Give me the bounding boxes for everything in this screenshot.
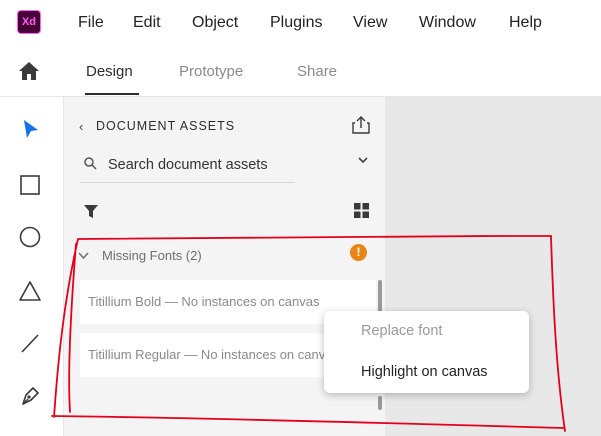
- pen-tool-icon[interactable]: [18, 383, 42, 407]
- filter-icon[interactable]: [83, 203, 99, 219]
- menu-plugins[interactable]: Plugins: [270, 14, 322, 32]
- tab-prototype[interactable]: Prototype: [179, 63, 243, 80]
- active-tab-indicator: [85, 93, 139, 95]
- xd-logo: Xd: [17, 10, 41, 34]
- menu-object[interactable]: Object: [192, 14, 238, 32]
- tools-toolbar: [0, 97, 64, 436]
- back-chevron-icon[interactable]: ‹: [79, 119, 83, 134]
- menu-file[interactable]: File: [78, 14, 104, 32]
- share-export-icon[interactable]: [351, 116, 371, 134]
- select-tool-icon[interactable]: [18, 117, 42, 141]
- tab-design[interactable]: Design: [86, 63, 133, 80]
- menu-help[interactable]: Help: [509, 14, 542, 32]
- rectangle-tool-icon[interactable]: [18, 173, 42, 197]
- tab-share[interactable]: Share: [297, 63, 337, 80]
- chevron-down-icon[interactable]: [357, 154, 369, 166]
- menu-bar: Xd File Edit Object Plugins View Window …: [0, 0, 601, 46]
- panel-scrollbar-lower[interactable]: [378, 396, 382, 410]
- search-input[interactable]: [108, 154, 294, 176]
- triangle-tool-icon[interactable]: [18, 279, 42, 303]
- ellipse-tool-icon[interactable]: [18, 225, 42, 249]
- menu-view[interactable]: View: [353, 14, 387, 32]
- section-expand-icon[interactable]: [78, 251, 89, 260]
- search-icon: [84, 157, 97, 170]
- home-icon[interactable]: [18, 61, 40, 81]
- grid-view-icon[interactable]: [353, 202, 370, 219]
- warning-icon: !: [350, 244, 367, 261]
- menu-edit[interactable]: Edit: [133, 14, 161, 32]
- search-field: [80, 150, 295, 183]
- menu-replace-font: Replace font: [361, 323, 443, 339]
- context-menu: Replace font Highlight on canvas: [324, 311, 529, 393]
- panel-title: DOCUMENT ASSETS: [96, 119, 236, 133]
- menu-highlight-on-canvas[interactable]: Highlight on canvas: [361, 364, 488, 380]
- line-tool-icon[interactable]: [18, 331, 42, 355]
- mode-tab-bar: Design Prototype Share: [0, 46, 601, 97]
- missing-fonts-header[interactable]: Missing Fonts (2): [102, 248, 202, 263]
- menu-window[interactable]: Window: [419, 14, 476, 32]
